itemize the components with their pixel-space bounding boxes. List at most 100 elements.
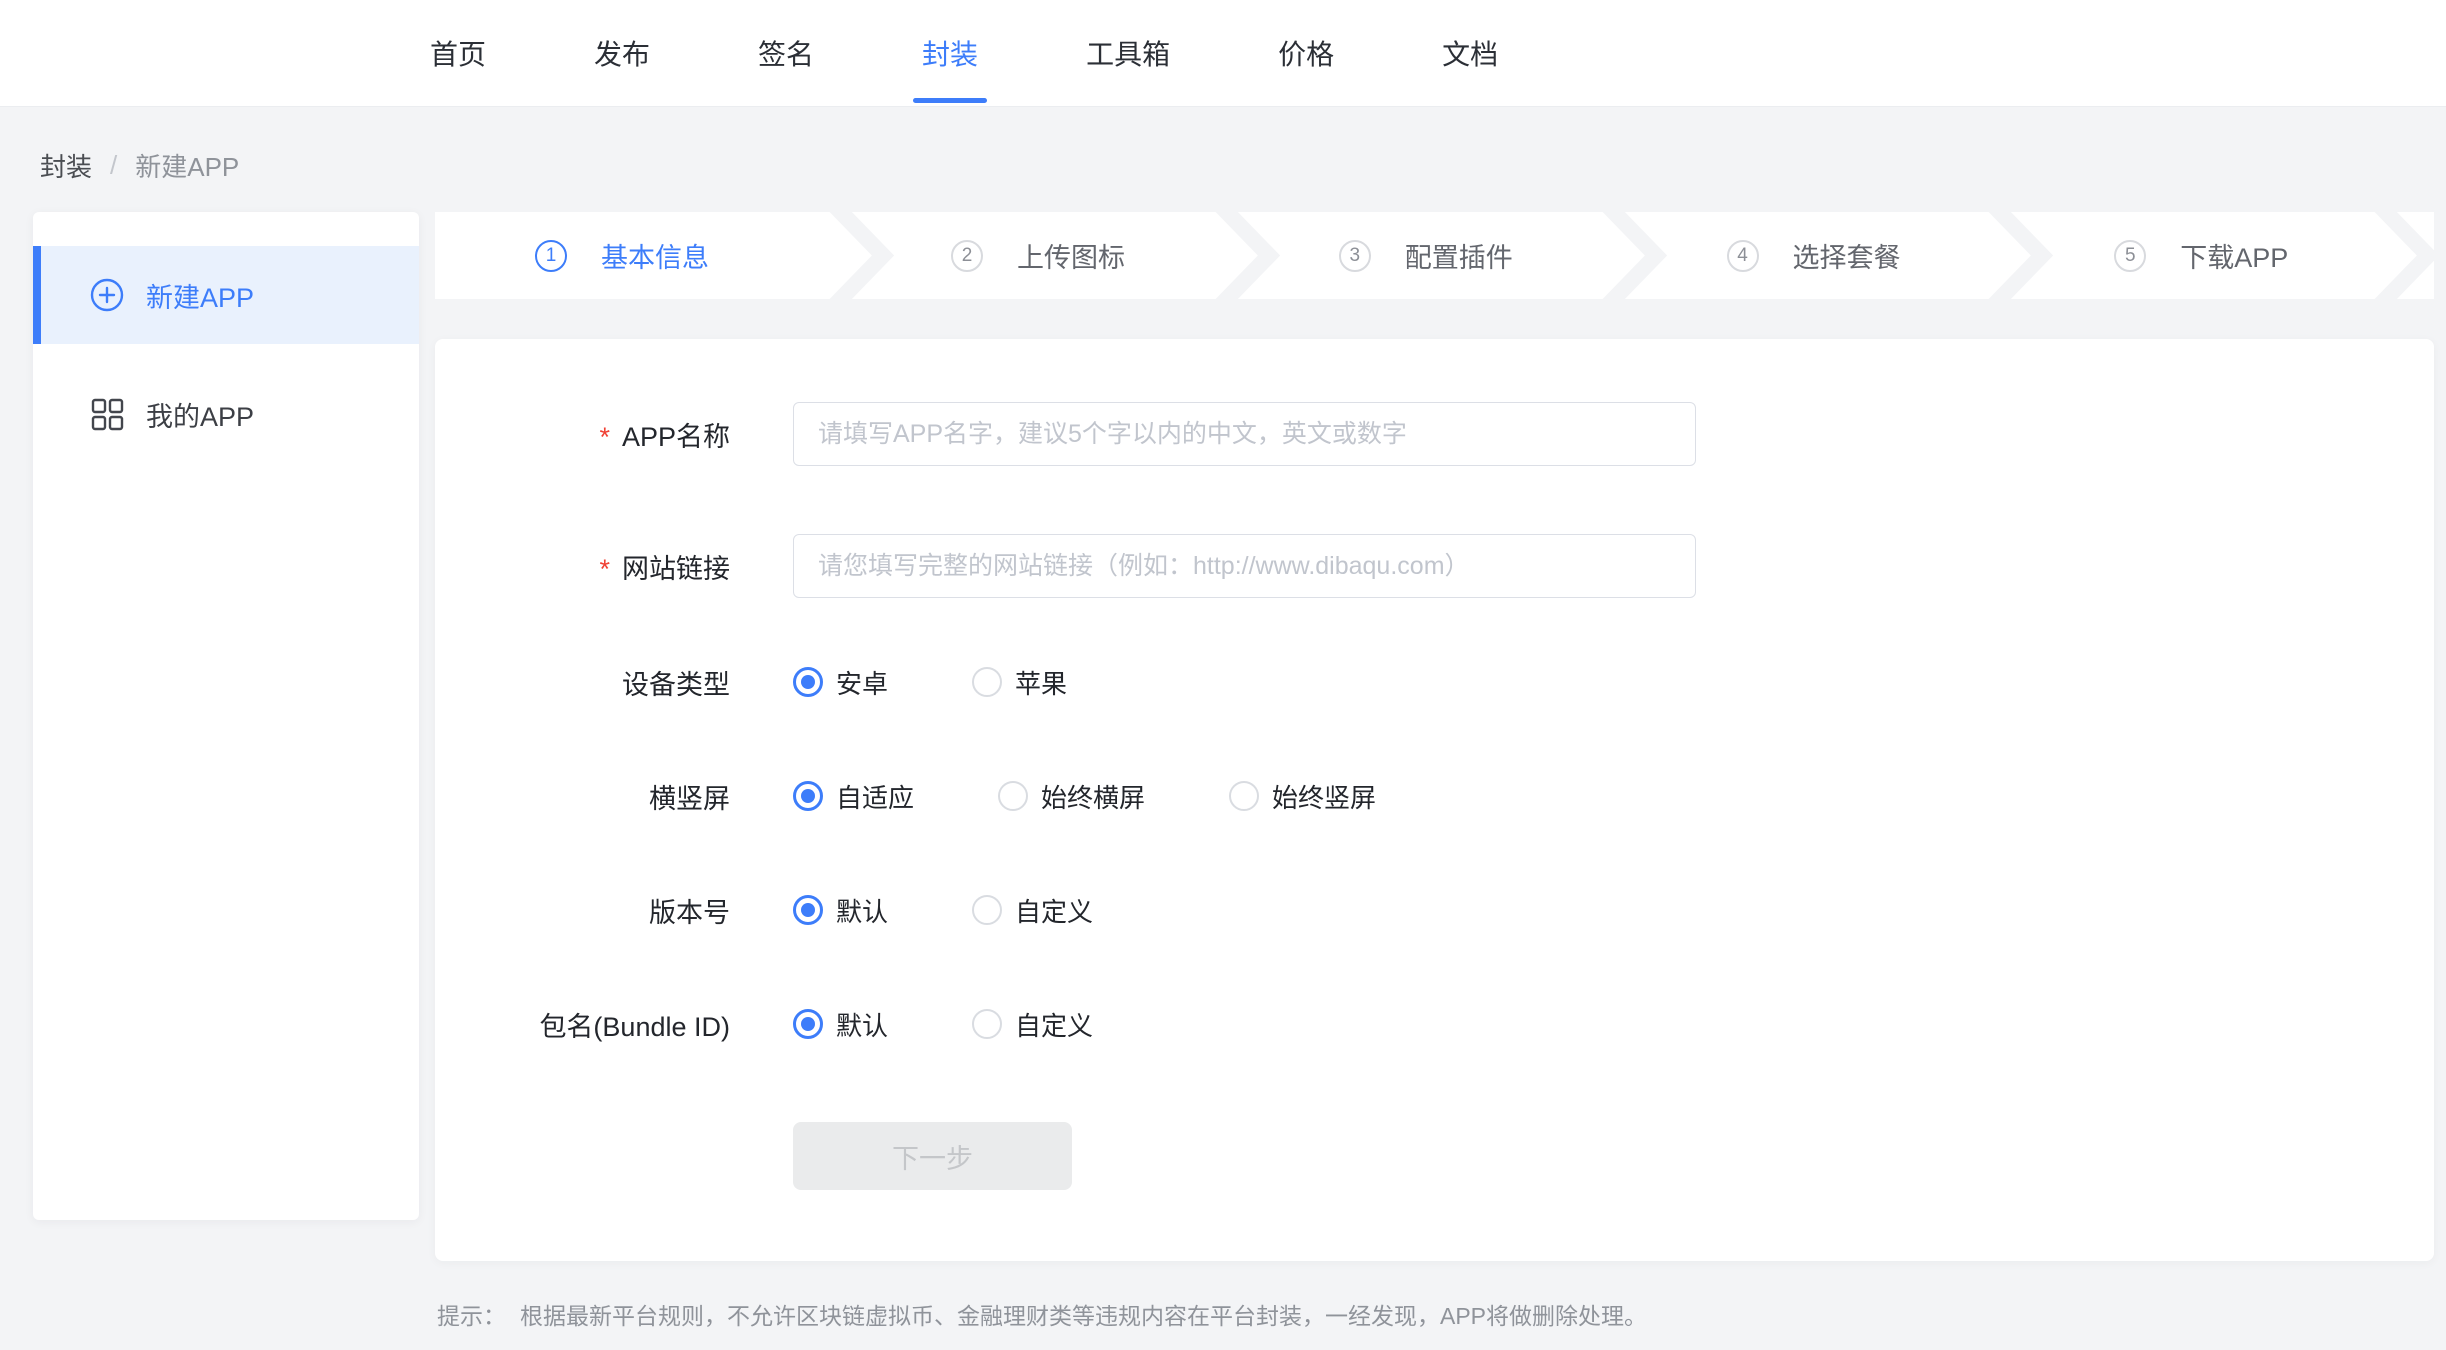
step-wizard: 1 基本信息 2 上传图标 3 配置插件 4 选择套餐 5 下载APP bbox=[435, 212, 2434, 299]
main-panel: 1 基本信息 2 上传图标 3 配置插件 4 选择套餐 5 下载APP bbox=[435, 212, 2434, 1331]
nav-item-publish[interactable]: 发布 bbox=[594, 0, 650, 106]
nav-item-toolbox[interactable]: 工具箱 bbox=[1086, 0, 1170, 106]
radio-label: 苹果 bbox=[1015, 664, 1067, 701]
sidebar-item-label: 我的APP bbox=[146, 395, 254, 434]
plus-circle-icon bbox=[90, 278, 124, 312]
field-label: 设备类型 bbox=[435, 663, 730, 702]
step-label: 上传图标 bbox=[1017, 236, 1125, 275]
grid-icon bbox=[90, 397, 124, 431]
radio-label: 始终竖屏 bbox=[1272, 778, 1376, 815]
radio-dot bbox=[801, 903, 815, 917]
breadcrumb-current: 新建APP bbox=[135, 147, 239, 184]
top-navbar: 首页 发布 签名 封装 工具箱 价格 文档 bbox=[0, 0, 2446, 107]
sidebar-item-my-apps[interactable]: 我的APP bbox=[33, 365, 419, 463]
step-download-app: 5 下载APP bbox=[2046, 212, 2434, 299]
radio-label: 始终横屏 bbox=[1041, 778, 1145, 815]
field-label-text: 横竖屏 bbox=[649, 784, 730, 814]
field-control: 自适应 始终横屏 始终竖屏 bbox=[793, 778, 1460, 815]
form-actions: 下一步 bbox=[793, 1122, 2434, 1190]
next-step-button[interactable]: 下一步 bbox=[793, 1122, 1072, 1190]
step-configure-plugins: 3 配置插件 bbox=[1271, 212, 1659, 299]
step-upload-icon: 2 上传图标 bbox=[883, 212, 1271, 299]
radio-dot bbox=[801, 675, 815, 689]
field-label-text: 网站链接 bbox=[622, 554, 730, 584]
active-item-indicator bbox=[33, 246, 41, 344]
form-row-bundle-id: 包名(Bundle ID) 默认 自定义 bbox=[435, 1008, 2434, 1040]
radio-icon bbox=[793, 895, 823, 925]
required-mark: * bbox=[599, 554, 610, 584]
field-label: 包名(Bundle ID) bbox=[435, 1005, 730, 1044]
hint-prefix: 提示： bbox=[437, 1297, 506, 1331]
radio-icon bbox=[972, 667, 1002, 697]
field-label-text: 包名(Bundle ID) bbox=[539, 1012, 730, 1042]
radio-version-default[interactable]: 默认 bbox=[793, 892, 888, 929]
field-control: 安卓 苹果 bbox=[793, 664, 1151, 701]
radio-icon bbox=[793, 781, 823, 811]
radio-icon bbox=[972, 1009, 1002, 1039]
radio-orientation-landscape[interactable]: 始终横屏 bbox=[998, 778, 1145, 815]
radio-bundle-custom[interactable]: 自定义 bbox=[972, 1006, 1093, 1043]
step-label: 选择套餐 bbox=[1793, 236, 1901, 275]
radio-device-ios[interactable]: 苹果 bbox=[972, 664, 1067, 701]
radio-icon bbox=[972, 895, 1002, 925]
nav-item-sign[interactable]: 签名 bbox=[758, 0, 814, 106]
nav-item-docs[interactable]: 文档 bbox=[1442, 0, 1498, 106]
required-mark: * bbox=[599, 422, 610, 452]
field-label: * 网站链接 bbox=[435, 547, 730, 586]
radio-version-custom[interactable]: 自定义 bbox=[972, 892, 1093, 929]
form-row-device-type: 设备类型 安卓 苹果 bbox=[435, 666, 2434, 698]
radio-label: 安卓 bbox=[836, 664, 888, 701]
new-app-form-card: * APP名称 * 网站链接 设备类型 bbox=[435, 339, 2434, 1261]
step-number-badge: 3 bbox=[1339, 240, 1371, 272]
nav-label: 工具箱 bbox=[1086, 33, 1170, 73]
step-label: 配置插件 bbox=[1405, 236, 1513, 275]
nav-label: 签名 bbox=[758, 33, 814, 73]
nav-label: 文档 bbox=[1442, 33, 1498, 73]
field-label-text: APP名称 bbox=[622, 422, 730, 452]
radio-label: 自定义 bbox=[1015, 1006, 1093, 1043]
nav-label: 发布 bbox=[594, 33, 650, 73]
step-choose-plan: 4 选择套餐 bbox=[1659, 212, 2047, 299]
radio-dot bbox=[801, 1017, 815, 1031]
field-label-text: 设备类型 bbox=[622, 670, 730, 700]
form-row-site-url: * 网站链接 bbox=[435, 534, 2434, 598]
nav-item-pricing[interactable]: 价格 bbox=[1278, 0, 1334, 106]
radio-label: 自适应 bbox=[836, 778, 914, 815]
sidebar: 新建APP 我的APP bbox=[33, 212, 419, 1220]
hint-text: 根据最新平台规则，不允许区块链虚拟币、金融理财类等违规内容在平台封装，一经发现，… bbox=[520, 1297, 1647, 1331]
field-label: 版本号 bbox=[435, 891, 730, 930]
site-url-input[interactable] bbox=[793, 534, 1696, 598]
step-label: 基本信息 bbox=[601, 236, 709, 275]
radio-orientation-portrait[interactable]: 始终竖屏 bbox=[1229, 778, 1376, 815]
step-number-badge: 1 bbox=[535, 240, 567, 272]
field-control bbox=[793, 534, 1696, 598]
nav-label: 封装 bbox=[922, 33, 978, 73]
field-control: 默认 自定义 bbox=[793, 892, 1177, 929]
radio-icon bbox=[793, 1009, 823, 1039]
sidebar-item-new-app[interactable]: 新建APP bbox=[33, 246, 419, 344]
nav-item-package[interactable]: 封装 bbox=[922, 0, 978, 106]
radio-icon bbox=[1229, 781, 1259, 811]
field-label-text: 版本号 bbox=[649, 898, 730, 928]
platform-rule-hint: 提示： 根据最新平台规则，不允许区块链虚拟币、金融理财类等违规内容在平台封装，一… bbox=[437, 1297, 2434, 1331]
radio-icon bbox=[998, 781, 1028, 811]
radio-bundle-default[interactable]: 默认 bbox=[793, 1006, 888, 1043]
step-number-badge: 4 bbox=[1727, 240, 1759, 272]
step-basic-info: 1 基本信息 bbox=[435, 212, 883, 299]
radio-label: 默认 bbox=[836, 1006, 888, 1043]
field-label: 横竖屏 bbox=[435, 777, 730, 816]
breadcrumb-separator: / bbox=[110, 150, 117, 181]
active-tab-underline bbox=[913, 98, 987, 103]
nav-item-home[interactable]: 首页 bbox=[430, 0, 486, 106]
field-label: * APP名称 bbox=[435, 415, 730, 454]
nav-label: 价格 bbox=[1278, 33, 1334, 73]
radio-device-android[interactable]: 安卓 bbox=[793, 664, 888, 701]
step-label: 下载APP bbox=[2180, 236, 2288, 275]
breadcrumb-section[interactable]: 封装 bbox=[40, 147, 92, 184]
form-row-version: 版本号 默认 自定义 bbox=[435, 894, 2434, 926]
app-name-input[interactable] bbox=[793, 402, 1696, 466]
form-row-app-name: * APP名称 bbox=[435, 402, 2434, 466]
radio-orientation-auto[interactable]: 自适应 bbox=[793, 778, 914, 815]
radio-dot bbox=[801, 789, 815, 803]
step-number-badge: 2 bbox=[951, 240, 983, 272]
